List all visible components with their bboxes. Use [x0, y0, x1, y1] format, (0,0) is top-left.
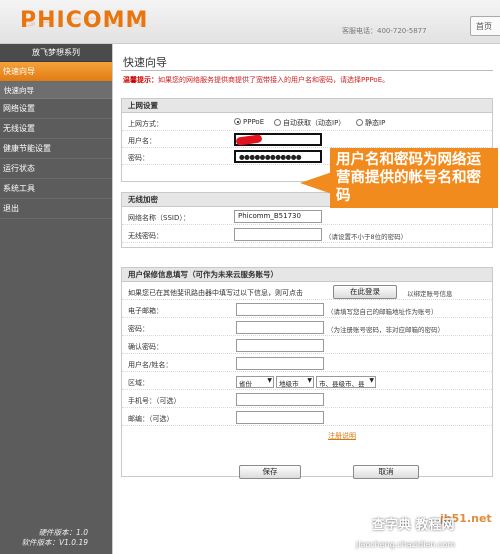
radio-pppoe-label: PPPoE — [243, 118, 265, 126]
name-row: 用户名/姓名： — [122, 356, 492, 372]
sidebar-item-wireless[interactable]: 无线设置 — [0, 119, 112, 139]
phone-label: 手机号：（可选） — [128, 397, 181, 405]
province-select[interactable]: 省份 ▼ — [236, 376, 274, 388]
radio-static-ip-label: 静态IP — [365, 119, 386, 127]
top-header: PHICOMM PHICOMM 客服电话：400-720-5877 首页 — [0, 0, 500, 44]
account-section: 用户保修信息填写（可作为未来云服务账号） 如果您已在其他斐讯路由器中填写过以下信… — [121, 267, 493, 477]
account-heading: 用户保修信息填写（可作为未来云服务账号） — [122, 268, 492, 282]
cancel-button[interactable]: 取消 — [353, 465, 419, 479]
account-password-label: 密码： — [128, 325, 149, 333]
account-password-input[interactable] — [236, 321, 324, 334]
radio-unchecked-icon — [356, 119, 363, 126]
login-text: 如果您已在其他斐讯路由器中填写过以下信息，则可点击 — [128, 289, 303, 297]
zip-row: 邮编：（可选） — [122, 410, 492, 426]
ssid-row: 网络名称（SSID）： Phicomm_B51730 — [122, 209, 492, 225]
radio-dhcp-label: 自动获取（动态IP） — [283, 119, 346, 127]
sidebar-subitem-quick-wizard[interactable]: 快速向导 — [0, 82, 112, 99]
sidebar-item-network[interactable]: 网络设置 — [0, 99, 112, 119]
ssid-input[interactable]: Phicomm_B51730 — [234, 210, 322, 223]
hardware-version: 硬件版本：1.0 — [38, 528, 88, 537]
radio-checked-icon — [234, 118, 241, 125]
home-button[interactable]: 首页 — [470, 16, 500, 36]
radio-dhcp[interactable]: 自动获取（动态IP） — [274, 118, 345, 128]
sidebar-item-logout[interactable]: 退出 — [0, 199, 112, 219]
email-label: 电子邮箱： — [128, 307, 163, 315]
annotation-callout: 用户名和密码为网络运营商提供的帐号名和密码 — [330, 148, 498, 208]
sidebar-item-quick-wizard[interactable]: 快速向导 — [0, 62, 112, 82]
zip-input[interactable] — [236, 411, 324, 424]
region-row: 区域： 省份 ▼ 地级市 ▼ 市、县级市、县 ▼ — [122, 374, 492, 390]
county-select[interactable]: 市、县级市、县 ▼ — [316, 376, 376, 388]
software-version: 软件版本：V1.0.19 — [21, 538, 89, 547]
radio-static-ip[interactable]: 静态IP — [356, 118, 385, 128]
login-here-button[interactable]: 在此登录 — [333, 285, 397, 299]
password-label: 密码： — [128, 154, 149, 162]
name-input[interactable] — [236, 357, 324, 370]
tip-text: 温馨提示：如果您的网络服务提供商提供了宽带接入的用户名和密码，请选择PPPoE。 — [123, 75, 389, 85]
sidebar-item-system-tools[interactable]: 系统工具 — [0, 179, 112, 199]
account-password-hint: （为注册账号密码，非对应邮箱的密码） — [327, 326, 444, 334]
phone-input[interactable] — [236, 393, 324, 406]
county-value: 市、县级市、县 — [319, 380, 365, 388]
email-row: 电子邮箱： （请填写您自己的邮箱地址作为账号） — [122, 302, 492, 318]
account-password-row: 密码： （为注册账号密码，非对应邮箱的密码） — [122, 320, 492, 336]
province-value: 省份 — [239, 380, 252, 388]
brand-logo-reflection: PHICOMM — [20, 14, 149, 28]
save-button[interactable]: 保存 — [239, 465, 301, 479]
name-label: 用户名/姓名： — [128, 361, 173, 369]
wireless-key-row: 无线密码： （请设置不小于8位的密码） — [122, 227, 492, 243]
city-value: 地级市 — [279, 380, 299, 388]
watermark-url: jiaocheng.chazidian.com — [356, 540, 456, 549]
confirm-password-input[interactable] — [236, 339, 324, 352]
zip-label: 邮编：（可选） — [128, 415, 174, 423]
page-title: 快速向导 — [123, 56, 167, 69]
version-info: 硬件版本：1.0 软件版本：V1.0.19 — [12, 528, 89, 548]
watermark-site: 查字典 教程网 — [372, 518, 455, 533]
register-instructions-link[interactable]: 注册说明 — [328, 431, 356, 441]
tip-label: 温馨提示： — [123, 76, 158, 84]
city-select[interactable]: 地级市 ▼ — [276, 376, 314, 388]
main-content: 快速向导 温馨提示：如果您的网络服务提供商提供了宽带接入的用户名和密码，请选择P… — [112, 44, 500, 554]
sidebar-item-status[interactable]: 运行状态 — [0, 159, 112, 179]
confirm-password-row: 确认密码： — [122, 338, 492, 354]
sidebar-item-power-saving[interactable]: 健康节能设置 — [0, 139, 112, 159]
ssid-label: 网络名称（SSID）： — [128, 214, 190, 222]
confirm-password-label: 确认密码： — [128, 343, 163, 351]
hotline-text: 客服电话：400-720-5877 — [342, 27, 427, 35]
email-input[interactable] — [236, 303, 324, 316]
radio-pppoe[interactable]: PPPoE — [234, 118, 264, 126]
title-divider — [121, 70, 493, 71]
chevron-down-icon: ▼ — [369, 377, 374, 384]
login-row: 如果您已在其他斐讯路由器中填写过以下信息，则可点击 在此登录 以绑定账号信息 — [122, 284, 492, 300]
username-label: 用户名： — [128, 137, 156, 145]
internet-settings-heading: 上网设置 — [122, 99, 492, 113]
login-after-text: 以绑定账号信息 — [407, 290, 453, 298]
password-input[interactable]: ●●●●●●●●●●●● — [234, 150, 322, 163]
wireless-key-label: 无线密码： — [128, 232, 163, 240]
phone-row: 手机号：（可选） — [122, 392, 492, 408]
username-row: 用户名： — [122, 132, 492, 148]
sidebar: 放飞梦想系列 快速向导 快速向导 网络设置 无线设置 健康节能设置 运行状态 系… — [0, 44, 112, 554]
sidebar-title: 放飞梦想系列 — [0, 44, 112, 62]
email-hint: （请填写您自己的邮箱地址作为账号） — [327, 308, 438, 316]
chevron-down-icon: ▼ — [267, 377, 272, 384]
connection-type-row: 上网方式： PPPoE 自动获取（动态IP） 静态IP — [122, 115, 492, 131]
wireless-key-hint: （请设置不小于8位的密码） — [325, 233, 408, 241]
chevron-down-icon: ▼ — [307, 377, 312, 384]
tip-body: 如果您的网络服务提供商提供了宽带接入的用户名和密码，请选择PPPoE。 — [158, 76, 390, 84]
radio-unchecked-icon — [274, 119, 281, 126]
region-label: 区域： — [128, 379, 149, 387]
wireless-key-input[interactable] — [234, 228, 322, 241]
connection-type-label: 上网方式： — [128, 120, 163, 128]
